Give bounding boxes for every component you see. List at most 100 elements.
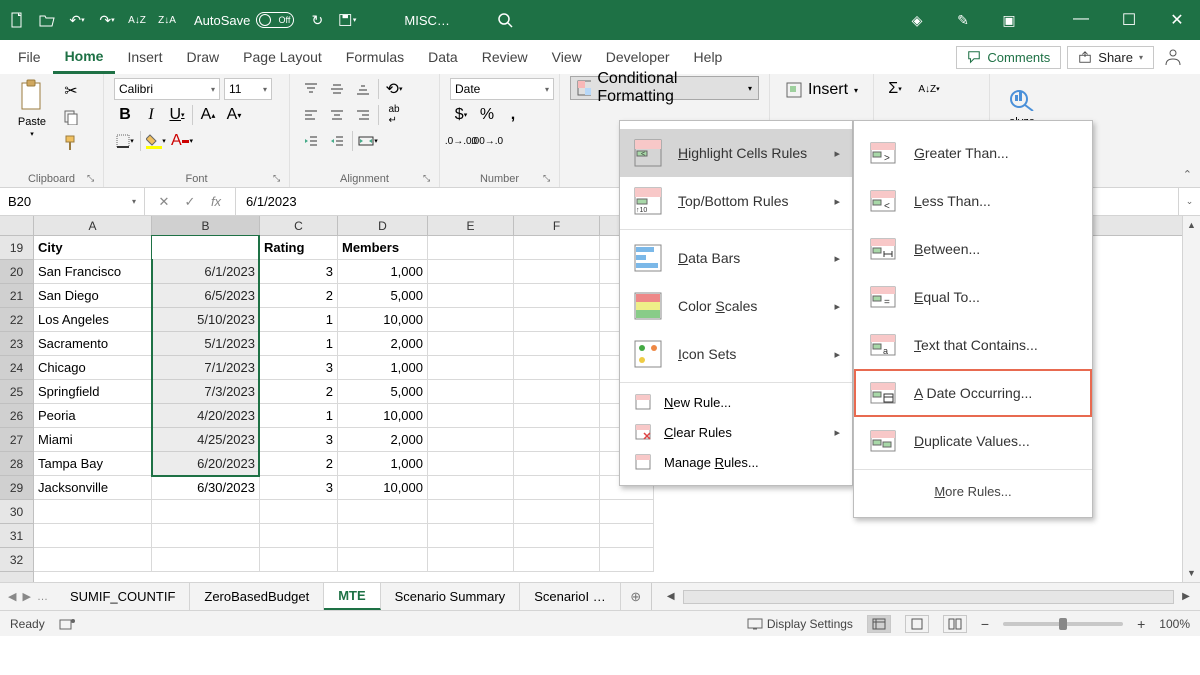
row-header-21[interactable]: 21 [0,284,33,308]
comma-format-icon[interactable]: , [502,104,524,126]
minimize-button[interactable]: — [1066,10,1096,30]
cell-A30[interactable] [34,500,152,524]
col-header-E[interactable]: E [428,216,514,235]
cell-F25[interactable] [514,380,600,404]
cell-B27[interactable]: 4/25/2023 [152,428,260,452]
font-size-dropdown[interactable]: 11▾ [224,78,272,100]
cell-B31[interactable] [152,524,260,548]
sheet-tab-zerobasedbudget[interactable]: ZeroBasedBudget [190,583,324,610]
tab-draw[interactable]: Draw [174,40,231,74]
cell-F26[interactable] [514,404,600,428]
cell-D29[interactable]: 10,000 [338,476,428,500]
cell-A24[interactable]: Chicago [34,356,152,380]
cf-text-contains[interactable]: a Text that Contains... [854,321,1092,369]
cell-E24[interactable] [428,356,514,380]
tab-file[interactable]: File [6,40,53,74]
align-middle-icon[interactable] [326,78,348,100]
tab-developer[interactable]: Developer [594,40,682,74]
cell-C27[interactable]: 3 [260,428,338,452]
clipboard-launcher-icon[interactable]: ⤡ [87,173,99,185]
cell-D31[interactable] [338,524,428,548]
row-header-30[interactable]: 30 [0,500,33,524]
autosum-icon[interactable]: Σ▾ [884,78,906,100]
sheet-tab-scenarioi-[interactable]: ScenarioI … [520,583,621,610]
underline-button[interactable]: U▾ [166,104,188,126]
cell-C21[interactable]: 2 [260,284,338,308]
sort-asc-icon[interactable]: A↓Z [128,11,146,29]
cell-B32[interactable] [152,548,260,572]
cell-A20[interactable]: San Francisco [34,260,152,284]
select-all-corner[interactable] [0,216,33,236]
cell-E29[interactable] [428,476,514,500]
percent-format-icon[interactable]: % [476,104,498,126]
align-center-icon[interactable] [326,104,348,126]
font-color-icon[interactable]: A▾ [171,130,193,152]
cf-new-rule[interactable]: New Rule... [620,387,852,417]
cell-E26[interactable] [428,404,514,428]
autosave-toggle[interactable]: AutoSave Off [194,12,294,28]
save-icon[interactable]: ▾ [338,11,356,29]
redo-icon[interactable]: ↷▾ [98,11,116,29]
cell-F31[interactable] [514,524,600,548]
cut-icon[interactable]: ✂ [60,80,82,102]
increase-font-icon[interactable]: A▴ [197,104,219,126]
tab-home[interactable]: Home [53,40,116,74]
cell-F21[interactable] [514,284,600,308]
col-header-C[interactable]: C [260,216,338,235]
cell-E32[interactable] [428,548,514,572]
fill-color-icon[interactable]: ▾ [145,130,167,152]
cell-D28[interactable]: 1,000 [338,452,428,476]
tab-formulas[interactable]: Formulas [334,40,416,74]
cell-F20[interactable] [514,260,600,284]
cell-D20[interactable]: 1,000 [338,260,428,284]
row-header-24[interactable]: 24 [0,356,33,380]
cf-between[interactable]: Between... [854,225,1092,273]
expand-formula-bar-icon[interactable]: ⌄ [1178,188,1200,215]
cell-B23[interactable]: 5/1/2023 [152,332,260,356]
cell-C26[interactable]: 1 [260,404,338,428]
italic-button[interactable]: I [140,104,162,126]
horizontal-scrollbar[interactable]: ◀ ▶ [657,583,1200,610]
tab-help[interactable]: Help [682,40,735,74]
col-header-F[interactable]: F [514,216,600,235]
increase-indent-icon[interactable] [326,130,348,152]
open-file-icon[interactable] [38,11,56,29]
cell-E25[interactable] [428,380,514,404]
number-format-dropdown[interactable]: Date▾ [450,78,554,100]
cell-B22[interactable]: 5/10/2023 [152,308,260,332]
cell-C25[interactable]: 2 [260,380,338,404]
sheet-nav-more-icon[interactable]: … [37,591,48,603]
borders-icon[interactable]: ▾ [114,130,136,152]
sheet-tab-scenario-summary[interactable]: Scenario Summary [381,583,521,610]
cell-A19[interactable]: City [34,236,152,260]
cell-B26[interactable]: 4/20/2023 [152,404,260,428]
increase-decimal-icon[interactable]: .0→.00 [450,130,472,152]
cell-E27[interactable] [428,428,514,452]
cell-E22[interactable] [428,308,514,332]
scroll-right-icon[interactable]: ▶ [1178,591,1194,602]
cf-top-bottom-rules[interactable]: ↑10 Top/Bottom Rules ▸ [620,177,852,225]
cell-C28[interactable]: 2 [260,452,338,476]
diamond-icon[interactable]: ◈ [908,11,926,29]
cell-A25[interactable]: Springfield [34,380,152,404]
cell-M30[interactable] [600,500,654,524]
font-name-dropdown[interactable]: Calibri▾ [114,78,220,100]
undo-icon[interactable]: ↶▾ [68,11,86,29]
cf-equal-to[interactable]: = Equal To... [854,273,1092,321]
cell-F22[interactable] [514,308,600,332]
scroll-up-icon[interactable]: ▲ [1183,216,1200,234]
tab-view[interactable]: View [540,40,594,74]
align-bottom-icon[interactable] [352,78,374,100]
close-button[interactable]: ✕ [1162,10,1192,30]
cf-less-than[interactable]: < Less Than... [854,177,1092,225]
row-header-20[interactable]: 20 [0,260,33,284]
row-header-22[interactable]: 22 [0,308,33,332]
cell-C30[interactable] [260,500,338,524]
page-layout-view-button[interactable] [905,615,929,633]
cell-D21[interactable]: 5,000 [338,284,428,308]
cell-B24[interactable]: 7/1/2023 [152,356,260,380]
cf-date-occurring[interactable]: A Date Occurring... [854,369,1092,417]
paste-button[interactable]: Paste ▾ [10,78,54,138]
brush-icon[interactable]: ✎ [954,11,972,29]
cell-F29[interactable] [514,476,600,500]
